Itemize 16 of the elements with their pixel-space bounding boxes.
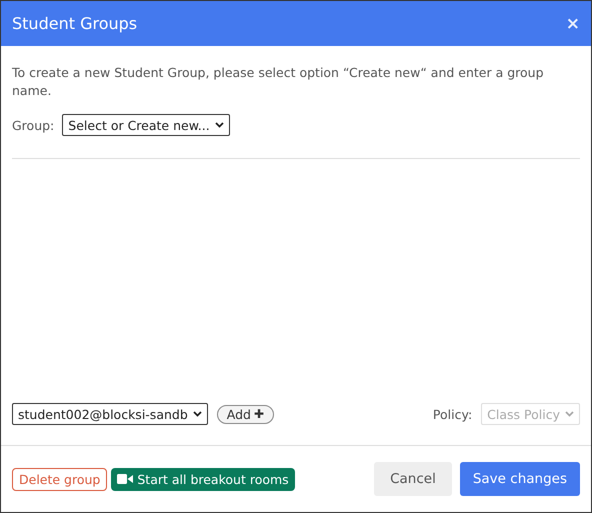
save-changes-button[interactable]: Save changes (460, 462, 580, 496)
group-dropdown[interactable]: Select or Create new... (62, 114, 230, 136)
policy-label: Policy: (432, 406, 472, 422)
add-button[interactable]: Add ✚ (216, 404, 274, 424)
close-button[interactable]: × (566, 14, 580, 34)
chevron-down-icon (214, 122, 224, 128)
student-dropdown[interactable]: student002@blocksi-sandb (12, 403, 208, 425)
group-label: Group: (12, 118, 54, 132)
instruction-text: To create a new Student Group, please select option “Create new“ and enter a group name. (12, 64, 545, 100)
chevron-down-icon (565, 411, 574, 417)
start-breakout-rooms-button[interactable]: Start all breakout rooms (111, 468, 295, 490)
delete-group-button[interactable]: Delete group (12, 468, 108, 490)
video-camera-icon (117, 474, 134, 484)
cancel-button[interactable]: Cancel (374, 462, 452, 496)
window-title: Student Groups (12, 14, 138, 33)
chevron-down-icon (192, 411, 202, 417)
